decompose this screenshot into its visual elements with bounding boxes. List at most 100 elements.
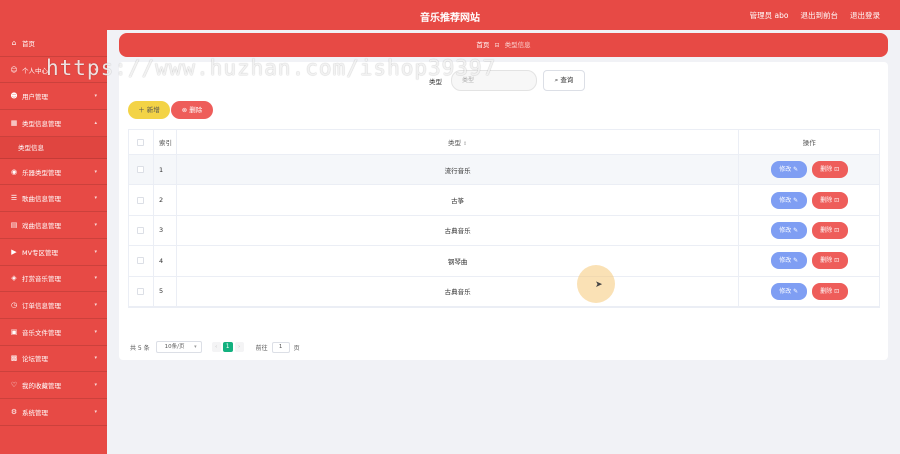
row-checkbox[interactable] xyxy=(137,226,145,234)
row-checkbox[interactable] xyxy=(137,287,145,295)
chevron-down-icon: ▾ xyxy=(94,355,97,362)
trash-icon: ⊡ xyxy=(834,257,840,265)
edit-button[interactable]: 修改 ✎ xyxy=(770,282,807,300)
chevron-down-icon: ▾ xyxy=(94,168,97,175)
table-row[interactable]: 5 古典音乐 修改 ✎ 删除 ⊡ xyxy=(129,276,879,307)
cell-type: 流行音乐 xyxy=(444,166,471,175)
sidebar-item-mv[interactable]: ▶ MV专区管理 ▾ xyxy=(0,239,107,266)
delete-label: 删除 xyxy=(820,166,833,174)
edit-button[interactable]: 修改 ✎ xyxy=(770,161,807,179)
edit-label: 修改 xyxy=(779,196,792,204)
sidebar-subitem-type-info[interactable]: 类型信息 xyxy=(0,136,107,159)
cell-index: 3 xyxy=(152,215,177,246)
file-icon: ▣ xyxy=(10,327,18,336)
sidebar-item-music-files[interactable]: ▣ 音乐文件管理 ▾ xyxy=(0,319,107,346)
edit-label: 修改 xyxy=(779,166,792,174)
sidebar-item-label: 我的收藏管理 xyxy=(22,382,61,391)
table-header-row: 索引 类型 ⇕ 操作 xyxy=(129,130,879,155)
edit-icon: ✎ xyxy=(793,257,799,265)
next-page-icon[interactable]: › xyxy=(234,342,244,352)
column-header-type[interactable]: 类型 ⇕ xyxy=(177,137,738,147)
sidebar-item-system[interactable]: ⚙ 系统管理 ▾ xyxy=(0,399,107,426)
chevron-down-icon: ▾ xyxy=(194,344,197,350)
select-all-checkbox[interactable] xyxy=(137,138,145,146)
delete-button[interactable]: 删除 ⊡ xyxy=(811,252,848,270)
sort-icon[interactable]: ⇕ xyxy=(463,141,467,147)
goto-page-input[interactable]: 1 xyxy=(271,341,290,353)
page-size-select[interactable]: 10条/页 ▾ xyxy=(155,341,202,353)
logout-link[interactable]: 退出登录 xyxy=(850,10,880,21)
edit-button[interactable]: 修改 ✎ xyxy=(770,191,807,209)
sidebar-item-opera[interactable]: ▤ 戏曲信息管理 ▾ xyxy=(0,212,107,239)
delete-button[interactable]: 删除 ⊡ xyxy=(811,161,848,179)
trash-icon: ⊡ xyxy=(834,287,840,295)
search-button-label: 查询 xyxy=(560,76,574,84)
sidebar-item-type-info[interactable]: ▦ 类型信息管理 ▴ xyxy=(0,110,107,137)
chevron-down-icon: ▾ xyxy=(94,408,97,415)
cell-index: 4 xyxy=(152,246,177,276)
column-header-index: 索引 xyxy=(152,130,177,154)
table-row[interactable]: 4 钢琴曲 修改 ✎ 删除 ⊡ xyxy=(129,246,879,277)
sidebar-item-forum[interactable]: ▩ 论坛管理 ▾ xyxy=(0,346,107,373)
cell-type: 古典音乐 xyxy=(444,288,471,297)
row-checkbox[interactable] xyxy=(137,257,145,265)
sidebar-item-home[interactable]: ⌂ 首页 xyxy=(0,30,107,57)
row-checkbox[interactable] xyxy=(137,166,145,174)
search-input[interactable]: 类型 xyxy=(451,70,537,91)
exit-to-frontend-link[interactable]: 退出到前台 xyxy=(801,10,839,21)
heart-icon: ♡ xyxy=(10,381,18,390)
main-content: 首页 ⊟ 类型信息 类型 类型 ⌕ 查询 ＋ 新增 ⊗ 删除 索引 类型 ⇕ 操… xyxy=(107,30,900,454)
edit-label: 修改 xyxy=(779,287,792,295)
gear-icon: ⚙ xyxy=(10,407,18,416)
delete-button[interactable]: 删除 ⊡ xyxy=(811,191,848,209)
sidebar-item-label: 乐器类型管理 xyxy=(22,168,61,177)
clock-icon: ◷ xyxy=(10,301,18,310)
breadcrumb-home[interactable]: 首页 xyxy=(476,41,489,49)
sidebar-item-label: 个人中心 xyxy=(22,66,48,75)
grid-icon: ▦ xyxy=(10,118,18,127)
edit-button[interactable]: 修改 ✎ xyxy=(770,252,807,270)
chevron-down-icon: ▾ xyxy=(94,328,97,335)
user-icon: ☺ xyxy=(10,65,18,74)
page-size-value: 10条/页 xyxy=(164,344,185,350)
sidebar-item-favorites[interactable]: ♡ 我的收藏管理 ▾ xyxy=(0,372,107,399)
delete-label: 删除 xyxy=(820,287,833,295)
table-row[interactable]: 3 古典音乐 修改 ✎ 删除 ⊡ xyxy=(129,215,879,247)
row-checkbox[interactable] xyxy=(137,196,145,204)
disc-icon: ◉ xyxy=(10,167,18,176)
content-card: 类型 类型 ⌕ 查询 ＋ 新增 ⊗ 删除 索引 类型 ⇕ 操作 1 流行音乐 修… xyxy=(119,62,888,360)
table-row[interactable]: 1 流行音乐 修改 ✎ 删除 ⊡ xyxy=(129,155,879,186)
delete-button[interactable]: 删除 ⊡ xyxy=(811,221,848,239)
add-button[interactable]: ＋ 新增 xyxy=(128,101,170,119)
delete-label: 删除 xyxy=(820,257,833,265)
edit-icon: ✎ xyxy=(793,166,799,174)
chevron-down-icon: ▾ xyxy=(94,302,97,309)
sidebar-item-label: 论坛管理 xyxy=(22,355,48,364)
column-header-ops: 操作 xyxy=(738,130,879,154)
prev-page-icon[interactable]: ‹ xyxy=(211,342,221,352)
edit-icon: ✎ xyxy=(793,226,799,234)
users-icon: ☻ xyxy=(10,92,18,101)
cell-index: 2 xyxy=(152,185,177,215)
sidebar-item-instrument-types[interactable]: ◉ 乐器类型管理 ▾ xyxy=(0,159,107,186)
sidebar-item-tips[interactable]: ◈ 打赏音乐管理 ▾ xyxy=(0,266,107,293)
sidebar-item-songs[interactable]: ☰ 歌曲信息管理 ▾ xyxy=(0,185,107,213)
delete-button[interactable]: 删除 ⊡ xyxy=(811,282,848,300)
mouse-cursor-icon: ➤ xyxy=(595,280,603,290)
shield-icon: ◈ xyxy=(11,274,17,283)
chevron-down-icon: ▾ xyxy=(94,221,97,228)
sidebar-item-orders[interactable]: ◷ 订单信息管理 ▾ xyxy=(0,292,107,319)
search-button[interactable]: ⌕ 查询 xyxy=(543,70,585,91)
page-number-current[interactable]: 1 xyxy=(222,342,233,352)
add-button-label: 新增 xyxy=(146,106,160,114)
sidebar-item-profile[interactable]: ☺ 个人中心 ▾ xyxy=(0,57,107,84)
chevron-down-icon: ▾ xyxy=(94,66,97,73)
chevron-down-icon: ▾ xyxy=(94,275,97,282)
list-icon: ☰ xyxy=(10,194,18,203)
sidebar-item-label: 用户管理 xyxy=(22,93,48,102)
edit-button[interactable]: 修改 ✎ xyxy=(770,221,807,239)
table-row[interactable]: 2 古筝 修改 ✎ 删除 ⊡ xyxy=(129,185,879,216)
edit-label: 修改 xyxy=(779,257,792,265)
bulk-delete-button[interactable]: ⊗ 删除 xyxy=(171,101,213,119)
sidebar-item-users[interactable]: ☻ 用户管理 ▾ xyxy=(0,83,107,111)
